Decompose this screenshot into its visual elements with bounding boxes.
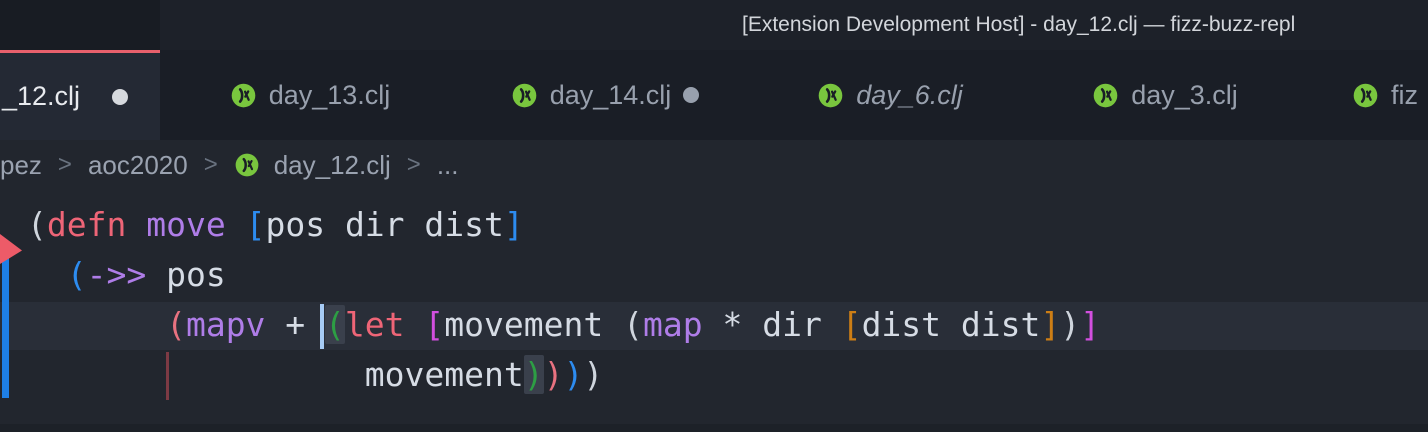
code-token: defn [47, 205, 126, 244]
window-title: [Extension Development Host] - day_12.cl… [742, 0, 1295, 50]
editor-bottom-strip [0, 424, 1428, 432]
breadcrumb-separator: > [204, 151, 218, 179]
code-token: let [345, 305, 405, 344]
breadcrumb-label: ... [437, 150, 459, 181]
modified-dot-icon[interactable] [683, 87, 699, 103]
code-token: movement [365, 355, 524, 394]
code-token [27, 305, 166, 344]
code-token [146, 255, 166, 294]
code-token: [ [842, 305, 862, 344]
code-token [603, 305, 623, 344]
code-token: ) [1060, 305, 1080, 344]
tab-day-13-clj[interactable]: day_13.clj [160, 50, 460, 140]
breadcrumb-item-pez[interactable]: pez [0, 150, 42, 181]
code-token: ->> [87, 255, 147, 294]
code-token: mapv [186, 305, 265, 344]
code-token: [ [424, 305, 444, 344]
code-token: ) [524, 355, 544, 394]
breadcrumb-item--[interactable]: ... [437, 150, 459, 181]
code-line: (mapv + (let [movement (map * dir [dist … [27, 305, 1100, 344]
clojure-icon [1352, 82, 1379, 109]
code-token [822, 305, 842, 344]
code-token: ] [1040, 305, 1060, 344]
code-line: (defn move [pos dir dist] [27, 205, 524, 244]
clojure-icon [511, 82, 538, 109]
code-token: map [643, 305, 703, 344]
tab-bar: _12.clj day_13.clj day_14.clj day_6.clj day_… [0, 50, 1428, 140]
code-token: ( [325, 305, 345, 344]
modified-dot-icon[interactable] [112, 89, 128, 105]
code-token: movement [444, 305, 603, 344]
gutter-selection-bar [2, 252, 9, 398]
breadcrumb-item-day-12-clj[interactable]: day_12.clj [234, 150, 391, 181]
code-token: ( [27, 205, 47, 244]
tab-label: fiz [1391, 80, 1418, 111]
breadcrumb-item-aoc2020[interactable]: aoc2020 [88, 150, 188, 181]
code-token [405, 305, 425, 344]
clojure-icon [230, 82, 257, 109]
breadcrumb-label: aoc2020 [88, 150, 188, 181]
tab-day-14-clj[interactable]: day_14.clj [460, 50, 750, 140]
tab-label: day_13.clj [269, 80, 391, 111]
breadcrumb: pez > aoc2020 > day_12.clj >... [0, 140, 1428, 190]
title-bar: [Extension Development Host] - day_12.cl… [0, 0, 1428, 50]
code-token: [ [246, 205, 266, 244]
code-content[interactable]: (defn move [pos dir dist] (->> pos (mapv… [27, 200, 1100, 400]
code-token: * [703, 305, 763, 344]
breadcrumb-separator: > [407, 151, 421, 179]
code-token [226, 205, 246, 244]
code-token: pos dir dist [265, 205, 503, 244]
gutter-arrow-icon [0, 234, 22, 264]
breadcrumb-label: day_12.clj [274, 150, 391, 181]
tab-day-6-clj[interactable]: day_6.clj [750, 50, 1030, 140]
text-cursor [320, 304, 324, 349]
code-token: ( [67, 255, 87, 294]
tab-label: day_14.clj [550, 80, 672, 111]
code-line: movement)))) [27, 355, 603, 394]
code-token: dist dist [862, 305, 1041, 344]
breadcrumb-separator: > [58, 151, 72, 179]
tab--12-clj[interactable]: _12.clj [0, 50, 160, 140]
code-token: + [265, 305, 325, 344]
code-editor[interactable]: (defn move [pos dir dist] (->> pos (mapv… [0, 190, 1428, 432]
code-token: ] [504, 205, 524, 244]
tab-label: day_3.clj [1131, 80, 1238, 111]
code-token: ) [583, 355, 603, 394]
code-token: ( [166, 305, 186, 344]
active-indent-guide [166, 352, 169, 400]
code-token: ] [1080, 305, 1100, 344]
breadcrumb-label: pez [0, 150, 42, 181]
code-token [126, 205, 146, 244]
clojure-icon [1092, 82, 1119, 109]
tab-fiz[interactable]: fiz [1300, 50, 1428, 140]
code-token: ) [544, 355, 564, 394]
tab-day-3-clj[interactable]: day_3.clj [1030, 50, 1300, 140]
title-bar-left-block [0, 0, 160, 50]
code-token: ) [563, 355, 583, 394]
clojure-icon [817, 82, 844, 109]
clojure-icon [234, 152, 260, 178]
tab-label: _12.clj [2, 81, 80, 112]
code-token: move [146, 205, 225, 244]
code-token: pos [166, 255, 226, 294]
code-token: ( [623, 305, 643, 344]
tab-label: day_6.clj [856, 80, 963, 111]
code-token [27, 355, 365, 394]
code-token [27, 255, 67, 294]
code-token: dir [762, 305, 822, 344]
code-line: (->> pos [27, 255, 226, 294]
vscode-window: [Extension Development Host] - day_12.cl… [0, 0, 1428, 432]
